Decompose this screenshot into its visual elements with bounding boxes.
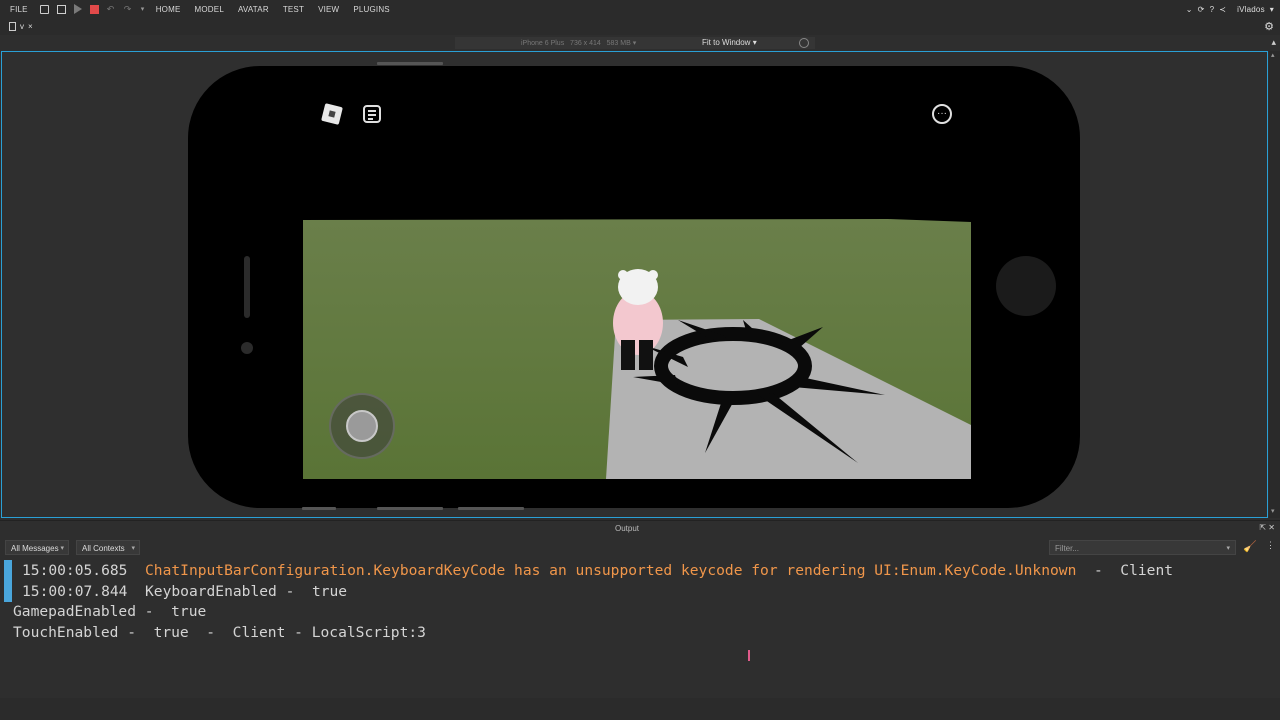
device-name: iPhone 6 Plus 736 x 414 583 MB ▾ <box>521 40 637 47</box>
thumbstick-knob[interactable] <box>346 410 378 442</box>
phone-frame: ··· <box>188 66 1080 508</box>
menu-model[interactable]: MODEL <box>195 5 224 14</box>
chat-icon[interactable] <box>363 105 381 123</box>
phone-bottom-button-1 <box>302 507 336 510</box>
play-icon[interactable] <box>73 4 82 14</box>
more-icon[interactable]: ⋮ <box>1266 540 1275 551</box>
save-icon[interactable] <box>56 4 66 14</box>
log-line: TouchEnabled - true - Client - LocalScri… <box>13 624 426 641</box>
message-group-marker <box>4 560 12 602</box>
menu-avatar[interactable]: AVATAR <box>238 5 269 14</box>
username[interactable]: iVlados <box>1237 5 1265 14</box>
output-log: 15:00:05.685 ChatInputBarConfiguration.K… <box>0 558 1280 698</box>
phone-top-button <box>377 62 443 65</box>
output-panel-header: Output ⇱ ✕ <box>0 520 1280 536</box>
phone-camera <box>241 342 253 354</box>
document-tab-label: v <box>20 22 24 31</box>
menu-plugins[interactable]: PLUGINS <box>353 5 390 14</box>
phone-speaker <box>244 256 250 318</box>
phone-bottom-button-3 <box>458 507 524 510</box>
log-line: 15:00:05.685 ChatInputBarConfiguration.K… <box>22 562 1174 579</box>
notification-icon[interactable]: ⟳ <box>1198 5 1205 14</box>
contexts-filter-dropdown[interactable]: All Contexts ▾ <box>76 540 140 555</box>
log-line: 15:00:07.844 KeyboardEnabled - true <box>22 583 348 600</box>
close-tab-icon[interactable]: × <box>28 22 33 31</box>
chevron-down-icon: ▾ <box>1226 545 1230 552</box>
chevron-down-icon: ▾ <box>131 545 135 552</box>
new-file-icon[interactable] <box>39 4 49 14</box>
quick-access-caret-icon[interactable]: ▾ <box>141 5 150 14</box>
scroll-up-icon[interactable]: ▴ <box>1271 51 1275 59</box>
document-tab-bar: v × ⚙ <box>0 18 1280 35</box>
text-cursor <box>748 650 750 661</box>
touch-thumbstick[interactable] <box>329 393 395 459</box>
output-filter-bar: All Messages ▾ All Contexts ▾ Filter... ▾ … <box>0 536 1280 558</box>
device-emulation-bar: iPhone 6 Plus 736 x 414 583 MB ▾ Fit to … <box>0 35 1280 51</box>
menu-test[interactable]: TEST <box>283 5 304 14</box>
user-menu-chevron-icon[interactable]: ▾ <box>1270 5 1274 14</box>
collapse-ribbon-icon[interactable]: ⌄ <box>1186 5 1193 14</box>
menu-file[interactable]: FILE <box>10 5 28 14</box>
help-icon[interactable]: ? <box>1210 5 1215 14</box>
status-bar <box>0 698 1280 720</box>
redo-icon[interactable]: ↷ <box>124 4 133 14</box>
undo-icon[interactable]: ↶ <box>107 4 116 14</box>
sky <box>303 95 971 220</box>
document-icon <box>9 22 16 31</box>
scroll-down-icon[interactable]: ▾ <box>1271 507 1275 515</box>
menu-bar: FILE ↶ ↷ ▾ HOME MODEL AVATAR TEST VIEW P… <box>0 0 1280 18</box>
menu-view[interactable]: VIEW <box>318 5 339 14</box>
gear-icon[interactable]: ⚙ <box>1264 20 1274 33</box>
document-tab[interactable]: v × <box>9 22 33 31</box>
stop-icon[interactable] <box>89 4 99 14</box>
orientation-lock-icon[interactable] <box>799 38 809 48</box>
share-icon[interactable]: ≺ <box>1219 5 1226 14</box>
messages-filter-dropdown[interactable]: All Messages ▾ <box>5 540 69 555</box>
log-line: GamepadEnabled - true <box>13 603 207 620</box>
phone-bottom-button-2 <box>377 507 443 510</box>
output-title: Output <box>615 524 640 533</box>
chevron-down-icon: ▾ <box>60 545 64 552</box>
game-viewport[interactable]: ··· <box>1 51 1268 518</box>
clear-output-icon[interactable]: 🧹 <box>1243 540 1257 553</box>
more-options-icon[interactable]: ··· <box>932 104 952 124</box>
game-screen[interactable]: ··· <box>303 95 971 479</box>
phone-home-button <box>996 256 1056 316</box>
fit-to-window-dropdown[interactable]: Fit to Window ▾ <box>702 38 757 47</box>
collapse-icon[interactable]: ▴ <box>1271 37 1276 48</box>
output-filter-input[interactable]: Filter... ▾ <box>1049 540 1236 555</box>
panel-controls[interactable]: ⇱ ✕ <box>1259 523 1275 532</box>
viewport-scrollbar[interactable]: ▴ ▾ <box>1269 51 1280 518</box>
menu-home[interactable]: HOME <box>156 5 181 14</box>
game-scene <box>303 95 971 479</box>
